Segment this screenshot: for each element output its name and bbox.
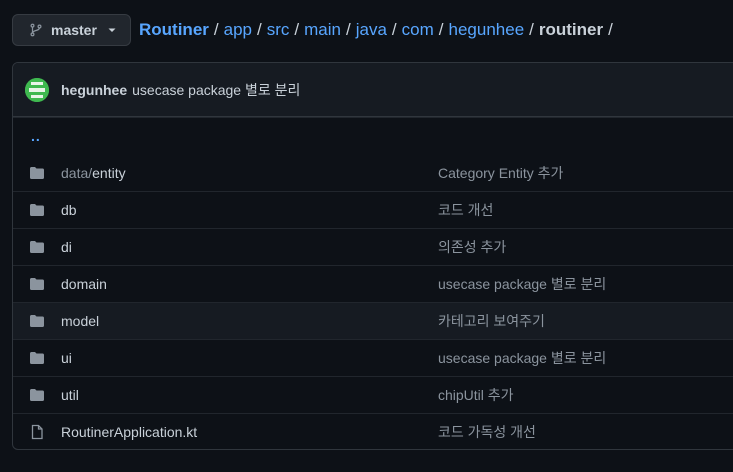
breadcrumb-separator: /: [438, 20, 444, 39]
file-name-link[interactable]: util: [61, 387, 438, 403]
folder-icon: [29, 313, 45, 329]
file-name-text: db: [61, 202, 77, 218]
parent-directory-row[interactable]: ..: [13, 117, 733, 154]
breadcrumb-link-src[interactable]: src: [267, 20, 290, 40]
breadcrumb-link-hegunhee[interactable]: hegunhee: [449, 20, 525, 40]
file-commit-message-link[interactable]: Category Entity 추가: [438, 163, 563, 183]
file-browser: hegunhee usecase package 별로 분리 .. data/e…: [12, 62, 733, 450]
file-name-text: entity: [92, 164, 126, 181]
parent-directory-link[interactable]: ..: [31, 128, 41, 144]
breadcrumb-separator: /: [346, 20, 351, 39]
file-name-link[interactable]: data/entity: [61, 165, 438, 181]
breadcrumb-repo-link[interactable]: Routiner: [139, 20, 209, 40]
file-name-text: domain: [61, 276, 107, 292]
folder-icon: [29, 165, 45, 181]
breadcrumb: Routiner / app / src / main / java / com…: [139, 20, 618, 40]
folder-icon: [29, 350, 45, 366]
breadcrumb-separator: /: [257, 20, 262, 39]
file-row[interactable]: di 의존성 추가: [13, 228, 733, 265]
file-name-link[interactable]: ui: [61, 350, 438, 366]
file-name-text: RoutinerApplication.kt: [61, 424, 198, 440]
file-row[interactable]: domain usecase package 별로 분리: [13, 265, 733, 302]
folder-icon: [29, 276, 45, 292]
file-commit-message-link[interactable]: chipUtil 추가: [438, 385, 514, 405]
folder-icon: [29, 387, 45, 403]
file-name-link[interactable]: db: [61, 202, 438, 218]
git-branch-icon: [30, 23, 42, 37]
breadcrumb-separator: /: [391, 20, 397, 39]
latest-commit-bar: hegunhee usecase package 별로 분리: [13, 63, 733, 117]
file-row[interactable]: RoutinerApplication.kt 코드 가독성 개선: [13, 413, 733, 449]
file-name-link[interactable]: RoutinerApplication.kt: [61, 424, 438, 440]
identicon-icon: [25, 77, 49, 102]
breadcrumb-separator: /: [529, 20, 534, 39]
branch-label: master: [51, 22, 97, 38]
file-commit-message-link[interactable]: 카테고리 보여주기: [438, 311, 545, 331]
breadcrumb-current: routiner: [538, 20, 604, 39]
commit-message-link[interactable]: usecase package 별로 분리: [132, 80, 300, 100]
folder-icon: [29, 239, 45, 255]
folder-icon: [29, 202, 45, 218]
file-name-prefix: data/: [61, 164, 93, 181]
breadcrumb-separator: /: [608, 20, 613, 39]
breadcrumb-separator: /: [294, 20, 300, 39]
breadcrumb-link-com[interactable]: com: [402, 20, 434, 40]
breadcrumb-link-java[interactable]: java: [356, 20, 387, 40]
file-name-link[interactable]: model: [61, 313, 438, 329]
file-icon: [29, 424, 45, 440]
file-row[interactable]: data/entity Category Entity 추가: [13, 154, 733, 191]
file-list: data/entity Category Entity 추가 db 코드 개선 di 의존…: [13, 154, 733, 449]
file-commit-message-link[interactable]: usecase package 별로 분리: [438, 348, 606, 368]
file-commit-message-link[interactable]: 의존성 추가: [438, 237, 506, 257]
avatar[interactable]: [25, 77, 49, 102]
branch-selector-button[interactable]: master: [12, 14, 131, 46]
file-row[interactable]: model 카테고리 보여주기: [13, 302, 733, 339]
breadcrumb-separator: /: [213, 20, 219, 39]
repo-navigation: master Routiner / app / src / main / jav…: [12, 14, 618, 46]
file-commit-message-link[interactable]: 코드 가독성 개선: [438, 422, 536, 442]
file-name-link[interactable]: domain: [61, 276, 438, 292]
chevron-down-icon: [108, 28, 116, 32]
file-row[interactable]: db 코드 개선: [13, 191, 733, 228]
file-row[interactable]: ui usecase package 별로 분리: [13, 339, 733, 376]
file-name-link[interactable]: di: [61, 239, 438, 255]
file-name-text: util: [61, 387, 79, 403]
breadcrumb-link-app[interactable]: app: [224, 20, 252, 40]
breadcrumb-link-main[interactable]: main: [304, 20, 341, 40]
commit-author-link[interactable]: hegunhee: [61, 82, 127, 98]
file-name-text: model: [61, 313, 100, 329]
file-row[interactable]: util chipUtil 추가: [13, 376, 733, 413]
file-commit-message-link[interactable]: usecase package 별로 분리: [438, 274, 606, 294]
file-commit-message-link[interactable]: 코드 개선: [438, 200, 493, 220]
file-name-text: di: [61, 239, 72, 255]
file-name-text: ui: [61, 350, 72, 366]
